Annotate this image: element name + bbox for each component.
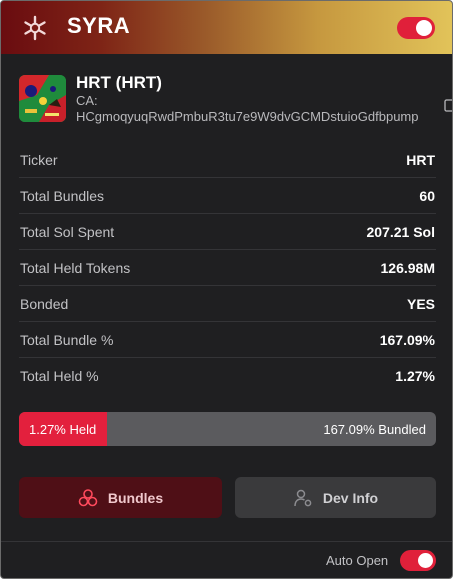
stat-label: Total Held Tokens — [20, 260, 131, 276]
toggle-knob — [416, 20, 432, 36]
stat-label: Total Held % — [20, 368, 99, 384]
extension-toggle[interactable] — [397, 17, 435, 39]
header-bar: SYRA — [1, 1, 452, 54]
extension-panel: SYRA HRT (HRT) CA: HCgmoqyuqRwdPmbuR3tu7… — [0, 0, 453, 579]
dev-info-button-label: Dev Info — [322, 489, 379, 506]
stat-label: Total Bundle % — [20, 332, 114, 348]
stat-value: YES — [406, 296, 435, 312]
stat-value: HRT — [406, 152, 435, 168]
contract-address-value[interactable]: HCgmoqyuqRwdPmbuR3tu7e9W9dvGCMDstuioGdfb… — [76, 109, 418, 124]
stat-row-total-held-tokens: Total Held Tokens 126.98M — [19, 250, 436, 286]
held-label: 1.27% Held — [29, 422, 97, 437]
footer-divider — [1, 541, 452, 542]
stat-row-total-sol-spent: Total Sol Spent 207.21 Sol — [19, 214, 436, 250]
stat-value: 207.21 Sol — [366, 224, 436, 240]
token-name: HRT (HRT) — [76, 73, 162, 92]
user-gear-icon — [294, 489, 312, 506]
stat-label: Bonded — [20, 296, 69, 312]
brand-title: SYRA — [67, 13, 131, 38]
auto-open-toggle[interactable] — [400, 550, 436, 571]
stat-label: Total Sol Spent — [20, 224, 115, 240]
stat-value: 126.98M — [380, 260, 435, 276]
auto-open-label: Auto Open — [326, 553, 389, 568]
token-artwork — [19, 75, 66, 122]
held-vs-bundled-bar: 1.27% Held 167.09% Bundled — [19, 412, 436, 446]
stat-value: 167.09% — [379, 332, 435, 348]
bundles-button-label: Bundles — [107, 489, 164, 506]
bundled-label: 167.09% Bundled — [323, 422, 426, 437]
stat-label: Total Bundles — [20, 188, 105, 204]
stat-value: 60 — [419, 188, 435, 204]
stat-row-total-bundles: Total Bundles 60 — [19, 178, 436, 214]
stat-row-ticker: Ticker HRT — [19, 142, 436, 178]
copy-icon[interactable] — [444, 99, 453, 113]
stat-value: 1.27% — [395, 368, 435, 384]
stat-row-total-held-percent: Total Held % 1.27% — [19, 358, 436, 394]
stat-row-total-bundle-percent: Total Bundle % 167.09% — [19, 322, 436, 358]
bundles-icon — [78, 488, 98, 506]
stat-row-bonded: Bonded YES — [19, 286, 436, 322]
stat-label: Ticker — [20, 152, 58, 168]
token-image — [19, 75, 66, 122]
token-stats-table: Ticker HRT Total Bundles 60 Total Sol Sp… — [19, 142, 436, 394]
toggle-knob — [418, 553, 433, 568]
contract-address-label: CA: — [76, 93, 98, 108]
dev-info-button[interactable]: Dev Info — [235, 477, 436, 518]
syra-logo-icon — [24, 15, 46, 41]
bundles-button[interactable]: Bundles — [19, 477, 222, 518]
